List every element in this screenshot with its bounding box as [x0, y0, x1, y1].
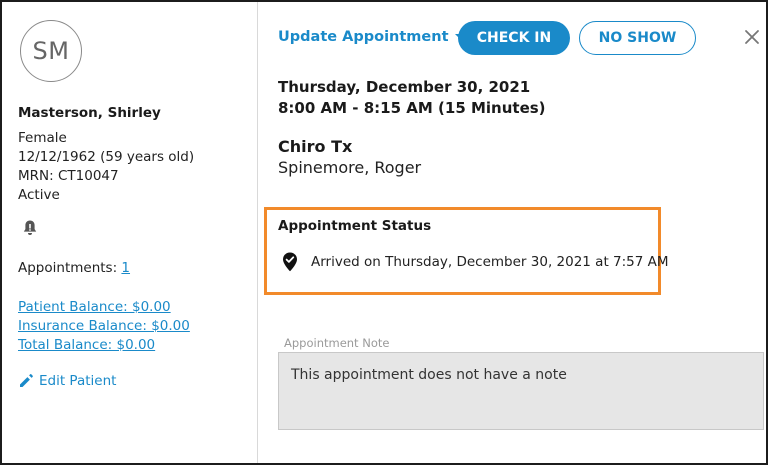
appointments-count: Appointments: 1 — [18, 260, 130, 276]
patient-balance-link[interactable]: Patient Balance: $0.00 — [18, 299, 171, 315]
appointment-note-field[interactable]: This appointment does not have a note — [278, 352, 764, 430]
appointment-type: Chiro Tx — [278, 137, 353, 156]
patient-mrn: MRN: CT10047 — [18, 168, 119, 184]
appointment-status-text: Arrived on Thursday, December 30, 2021 a… — [311, 254, 669, 270]
check-in-button[interactable]: CHECK IN — [458, 21, 570, 55]
patient-name: Masterson, Shirley — [18, 105, 161, 121]
no-show-button[interactable]: NO SHOW — [579, 21, 696, 55]
appointment-note-label: Appointment Note — [284, 336, 390, 350]
bell-icon[interactable] — [22, 219, 38, 237]
edit-patient-button[interactable]: Edit Patient — [18, 373, 116, 389]
avatar: SM — [20, 20, 82, 82]
update-appointment-label: Update Appointment — [278, 29, 449, 45]
patient-dob: 12/12/1962 (59 years old) — [18, 149, 195, 165]
location-check-icon — [283, 252, 297, 272]
appointment-time: 8:00 AM - 8:15 AM (15 Minutes) — [278, 99, 546, 117]
appointment-datetime: Thursday, December 30, 2021 8:00 AM - 8:… — [278, 77, 546, 119]
update-appointment-dropdown[interactable]: Update Appointment — [278, 29, 467, 45]
patient-gender: Female — [18, 130, 67, 146]
appointment-status-title: Appointment Status — [278, 218, 432, 234]
total-balance-link[interactable]: Total Balance: $0.00 — [18, 337, 155, 353]
appointment-note-text: This appointment does not have a note — [291, 367, 567, 383]
patient-status: Active — [18, 187, 60, 203]
appointments-link[interactable]: 1 — [121, 260, 130, 276]
appointment-date: Thursday, December 30, 2021 — [278, 78, 531, 96]
edit-patient-label: Edit Patient — [39, 373, 117, 389]
appointments-label: Appointments: — [18, 260, 122, 276]
close-icon[interactable] — [743, 28, 761, 46]
appointment-provider: Spinemore, Roger — [278, 158, 422, 177]
pencil-icon — [20, 374, 33, 387]
insurance-balance-link[interactable]: Insurance Balance: $0.00 — [18, 318, 190, 334]
avatar-initials: SM — [32, 37, 70, 65]
